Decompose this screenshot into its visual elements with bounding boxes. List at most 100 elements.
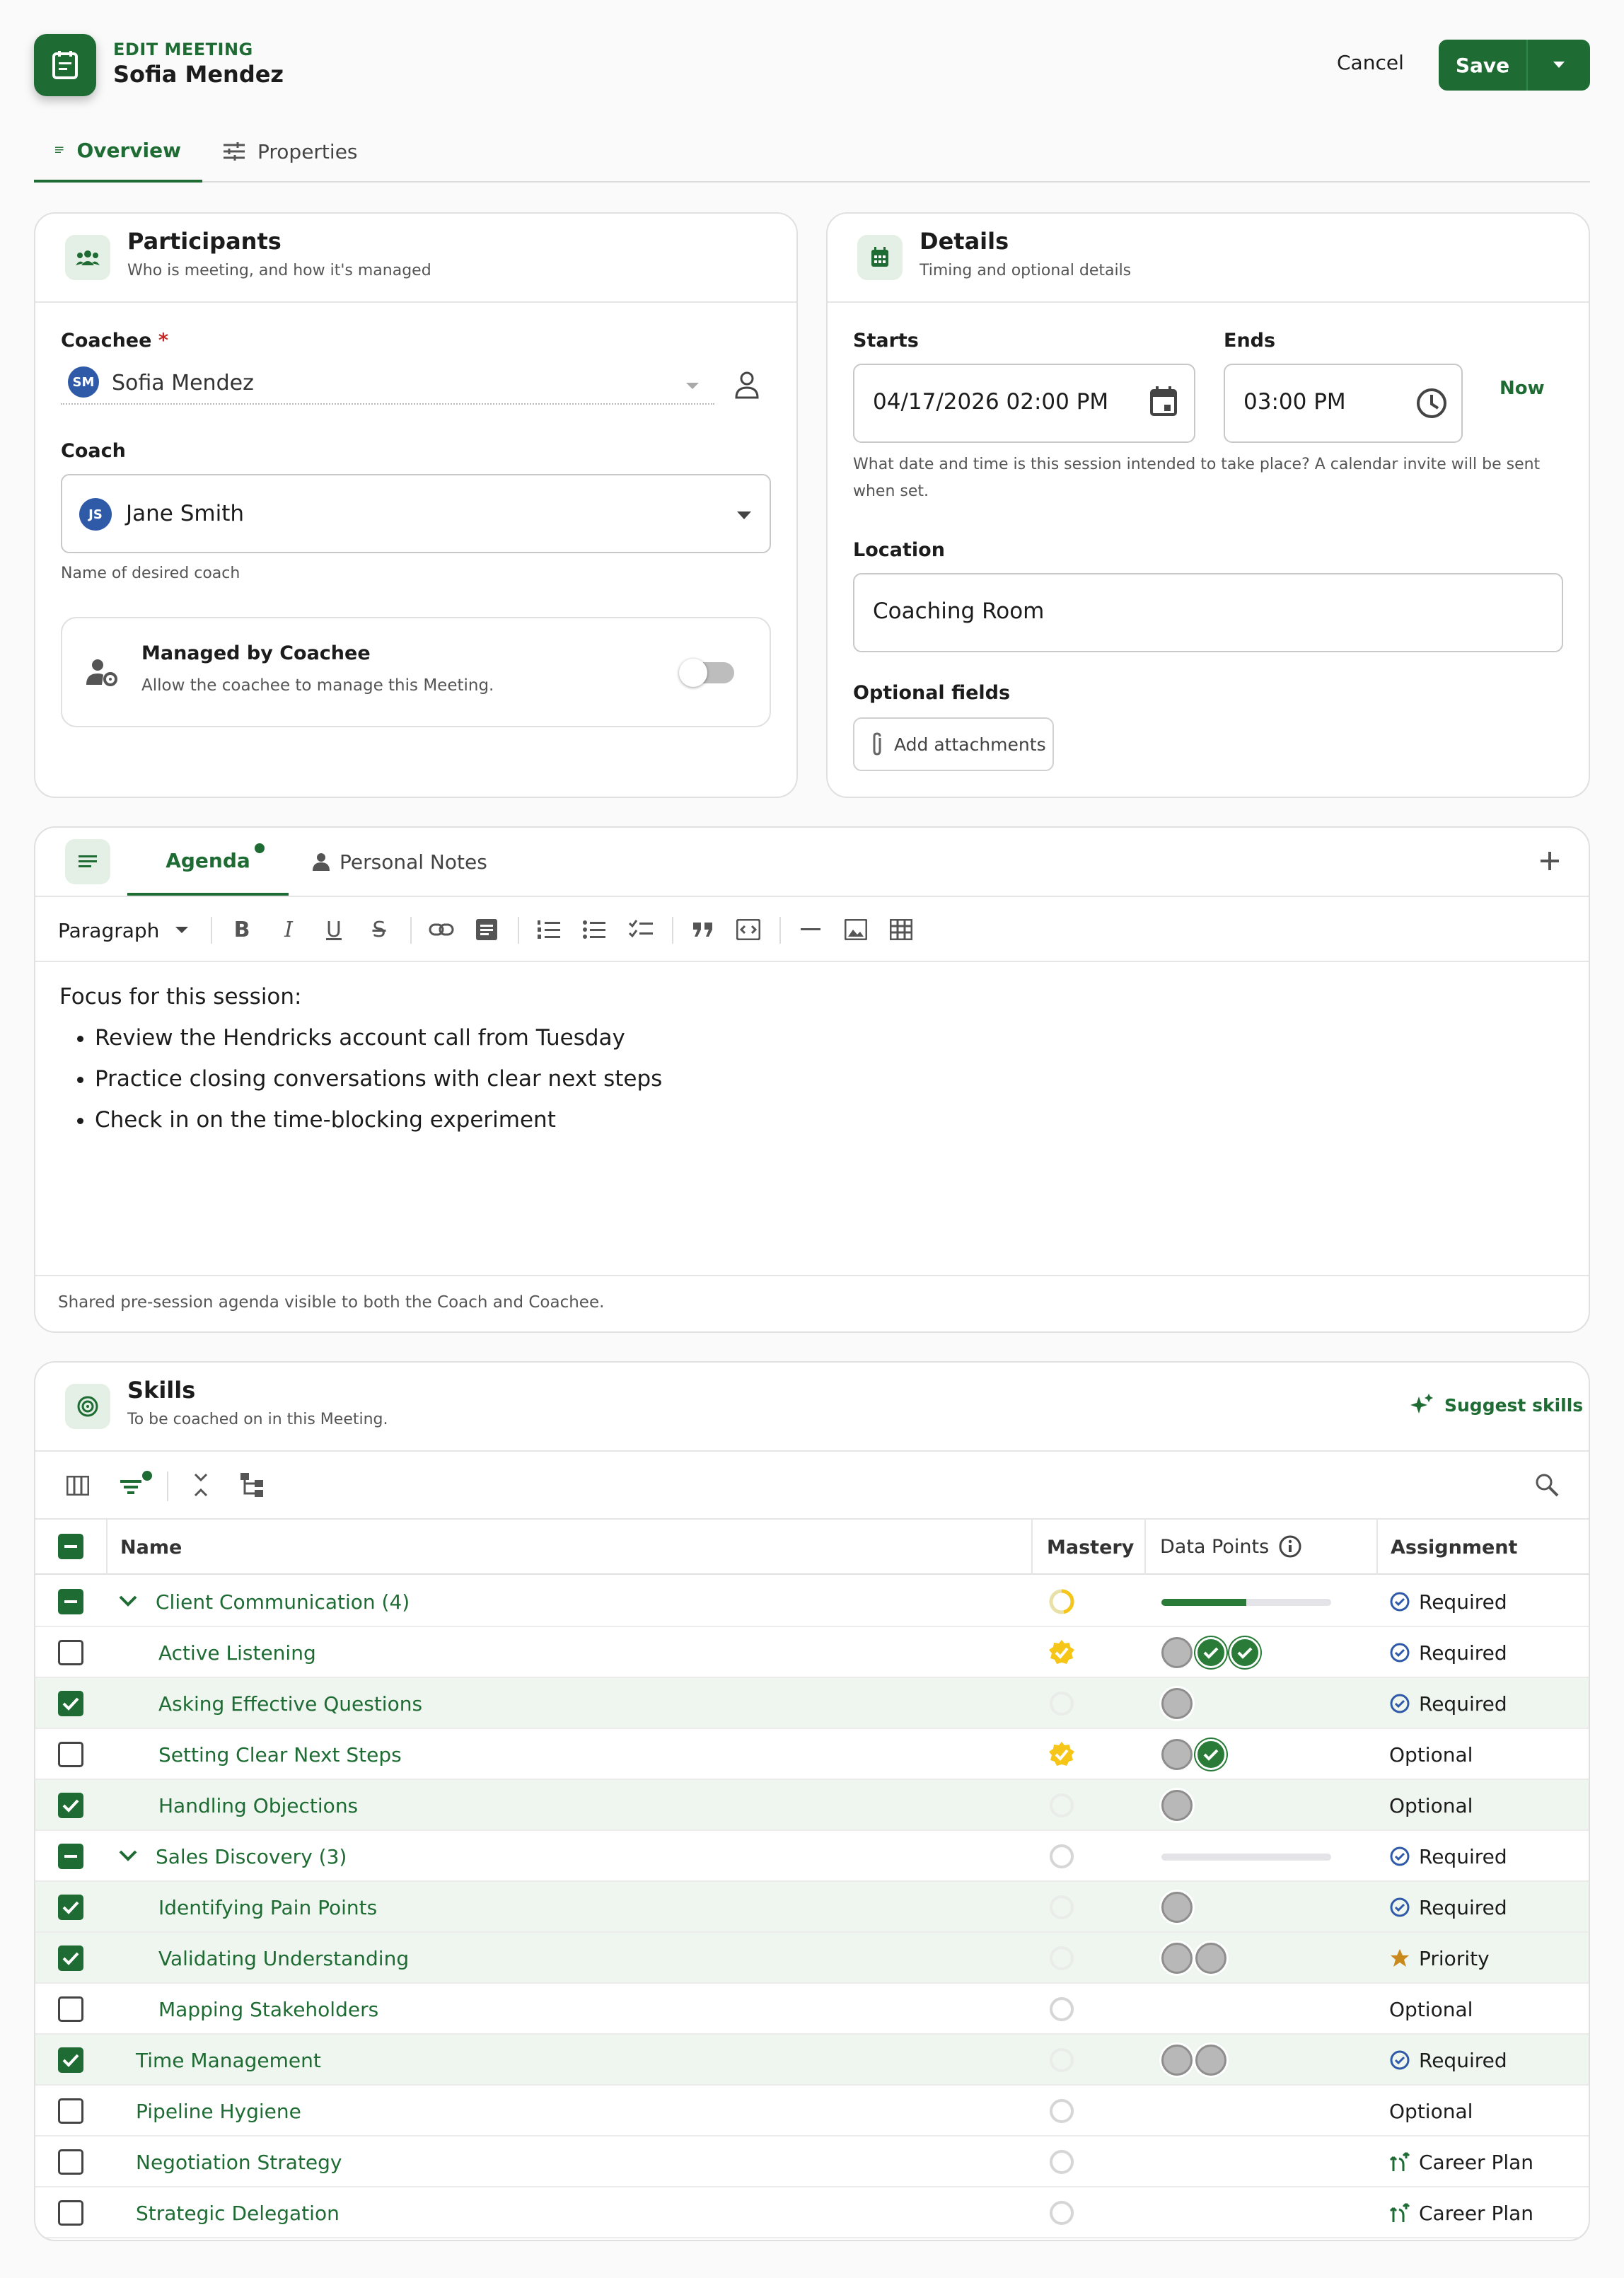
- skill-row[interactable]: Time Management Required: [35, 2035, 1589, 2086]
- numbered-list-icon[interactable]: [533, 914, 564, 945]
- calendar-picker-icon[interactable]: [1150, 386, 1177, 417]
- data-point-dot[interactable]: [1161, 1892, 1193, 1923]
- bold-icon[interactable]: B: [226, 914, 257, 945]
- hierarchy-icon[interactable]: [240, 1473, 267, 1497]
- assignment-cell[interactable]: Required: [1389, 1882, 1507, 1933]
- select-all-checkbox[interactable]: [58, 1534, 83, 1559]
- coach-select[interactable]: JS Jane Smith: [61, 474, 771, 553]
- italic-icon[interactable]: I: [273, 914, 304, 945]
- row-checkbox[interactable]: [58, 1945, 83, 1971]
- save-split-button[interactable]: Save: [1439, 40, 1590, 91]
- tab-properties[interactable]: Properties: [202, 120, 379, 183]
- row-checkbox[interactable]: [58, 1691, 83, 1716]
- person-icon[interactable]: [734, 371, 760, 399]
- skill-row[interactable]: Identifying Pain Points Required: [35, 1882, 1589, 1933]
- data-point-dot[interactable]: [1195, 2045, 1226, 2076]
- data-point-dot[interactable]: [1195, 1943, 1226, 1974]
- text-block-icon[interactable]: [471, 914, 502, 945]
- assignment-cell[interactable]: Required: [1389, 1627, 1507, 1678]
- chevron-down-icon[interactable]: [119, 1595, 137, 1607]
- skill-group-row[interactable]: Sales Discovery (3) Required: [35, 1831, 1589, 1882]
- tab-personal-notes[interactable]: Personal Notes: [313, 828, 487, 896]
- row-checkbox[interactable]: [58, 2098, 83, 2124]
- skill-name[interactable]: Identifying Pain Points: [158, 1882, 377, 1933]
- col-mastery[interactable]: Mastery: [1047, 1537, 1134, 1559]
- suggest-skills-button[interactable]: Suggest skills: [1409, 1392, 1583, 1418]
- row-checkbox[interactable]: [58, 1640, 83, 1665]
- managed-toggle[interactable]: [679, 659, 734, 687]
- code-block-icon[interactable]: [733, 914, 764, 945]
- row-checkbox[interactable]: [58, 1589, 83, 1614]
- skill-row[interactable]: Setting Clear Next Steps Optional: [35, 1729, 1589, 1780]
- skill-row[interactable]: Pipeline Hygiene Optional: [35, 2086, 1589, 2137]
- tab-agenda[interactable]: Agenda: [127, 828, 289, 896]
- skill-name[interactable]: Asking Effective Questions: [158, 1678, 422, 1729]
- tab-overview[interactable]: Overview: [34, 120, 202, 183]
- row-checkbox[interactable]: [58, 2149, 83, 2175]
- clock-icon[interactable]: [1416, 388, 1447, 419]
- row-checkbox[interactable]: [58, 1742, 83, 1767]
- bulleted-list-icon[interactable]: [579, 914, 610, 945]
- assignment-cell[interactable]: Required: [1389, 1831, 1507, 1882]
- skill-name[interactable]: Setting Clear Next Steps: [158, 1729, 402, 1780]
- collapse-all-icon[interactable]: [192, 1473, 209, 1497]
- skill-row[interactable]: Negotiation Strategy Career Plan: [35, 2137, 1589, 2187]
- save-menu-button[interactable]: [1528, 40, 1590, 91]
- coachee-select[interactable]: SM Sofia Mendez: [61, 362, 714, 405]
- starts-input[interactable]: 04/17/2026 02:00 PM: [853, 364, 1195, 443]
- assignment-cell[interactable]: Career Plan: [1389, 2137, 1533, 2187]
- row-checkbox[interactable]: [58, 1793, 83, 1818]
- image-icon[interactable]: [840, 914, 871, 945]
- assignment-cell[interactable]: Priority: [1389, 1933, 1490, 1984]
- assignment-cell[interactable]: Required: [1389, 2035, 1507, 2086]
- row-checkbox[interactable]: [58, 1895, 83, 1920]
- link-icon[interactable]: [426, 914, 457, 945]
- assignment-cell[interactable]: Optional: [1389, 2086, 1473, 2137]
- assignment-cell[interactable]: Required: [1389, 1678, 1507, 1729]
- assignment-cell[interactable]: Required: [1389, 1576, 1507, 1627]
- skill-name[interactable]: Negotiation Strategy: [136, 2137, 342, 2187]
- skill-row[interactable]: Handling Objections Optional: [35, 1780, 1589, 1831]
- col-data-points[interactable]: Data Points: [1160, 1535, 1301, 1558]
- col-assignment[interactable]: Assignment: [1391, 1537, 1517, 1559]
- assignment-cell[interactable]: Career Plan: [1389, 2187, 1533, 2238]
- data-point-check-icon[interactable]: [1195, 1739, 1226, 1770]
- row-checkbox[interactable]: [58, 1844, 83, 1869]
- data-point-dot[interactable]: [1161, 2045, 1193, 2076]
- now-button[interactable]: Now: [1500, 378, 1545, 399]
- skill-name[interactable]: Strategic Delegation: [136, 2187, 340, 2238]
- data-point-dot[interactable]: [1161, 1688, 1193, 1719]
- data-point-dot[interactable]: [1161, 1943, 1193, 1974]
- skill-group-row[interactable]: Client Communication (4) Required: [35, 1576, 1589, 1627]
- data-point-dot[interactable]: [1161, 1739, 1193, 1770]
- data-point-check-icon[interactable]: [1195, 1637, 1226, 1668]
- row-checkbox[interactable]: [58, 2047, 83, 2073]
- skill-name[interactable]: Active Listening: [158, 1627, 316, 1678]
- assignment-cell[interactable]: Optional: [1389, 1984, 1473, 2035]
- horizontal-rule-icon[interactable]: [795, 914, 826, 945]
- assignment-cell[interactable]: Optional: [1389, 1729, 1473, 1780]
- ends-input[interactable]: 03:00 PM: [1224, 364, 1463, 443]
- skill-name[interactable]: Mapping Stakeholders: [158, 1984, 378, 2035]
- skill-row[interactable]: Active Listening Required: [35, 1627, 1589, 1678]
- search-icon[interactable]: [1535, 1473, 1559, 1497]
- data-point-dot[interactable]: [1161, 1790, 1193, 1821]
- row-checkbox[interactable]: [58, 1996, 83, 2022]
- save-button[interactable]: Save: [1439, 40, 1528, 91]
- checklist-icon[interactable]: [625, 914, 656, 945]
- quote-icon[interactable]: [688, 914, 719, 945]
- chevron-down-icon[interactable]: [119, 1849, 137, 1862]
- columns-icon[interactable]: [66, 1476, 89, 1496]
- data-point-check-icon[interactable]: [1229, 1637, 1260, 1668]
- skill-row[interactable]: Validating Understanding Priority: [35, 1933, 1589, 1984]
- col-name[interactable]: Name: [120, 1537, 182, 1559]
- add-icon[interactable]: [1539, 850, 1560, 872]
- location-input[interactable]: Coaching Room: [853, 573, 1563, 652]
- skill-name[interactable]: Validating Understanding: [158, 1933, 409, 1984]
- add-attachments-button[interactable]: Add attachments: [853, 717, 1054, 771]
- table-icon[interactable]: [886, 914, 917, 945]
- skill-row[interactable]: Strategic Delegation Career Plan: [35, 2187, 1589, 2238]
- data-point-dot[interactable]: [1161, 1637, 1193, 1668]
- agenda-editor[interactable]: Focus for this session: Review the Hendr…: [59, 976, 662, 1140]
- skill-name[interactable]: Handling Objections: [158, 1780, 358, 1831]
